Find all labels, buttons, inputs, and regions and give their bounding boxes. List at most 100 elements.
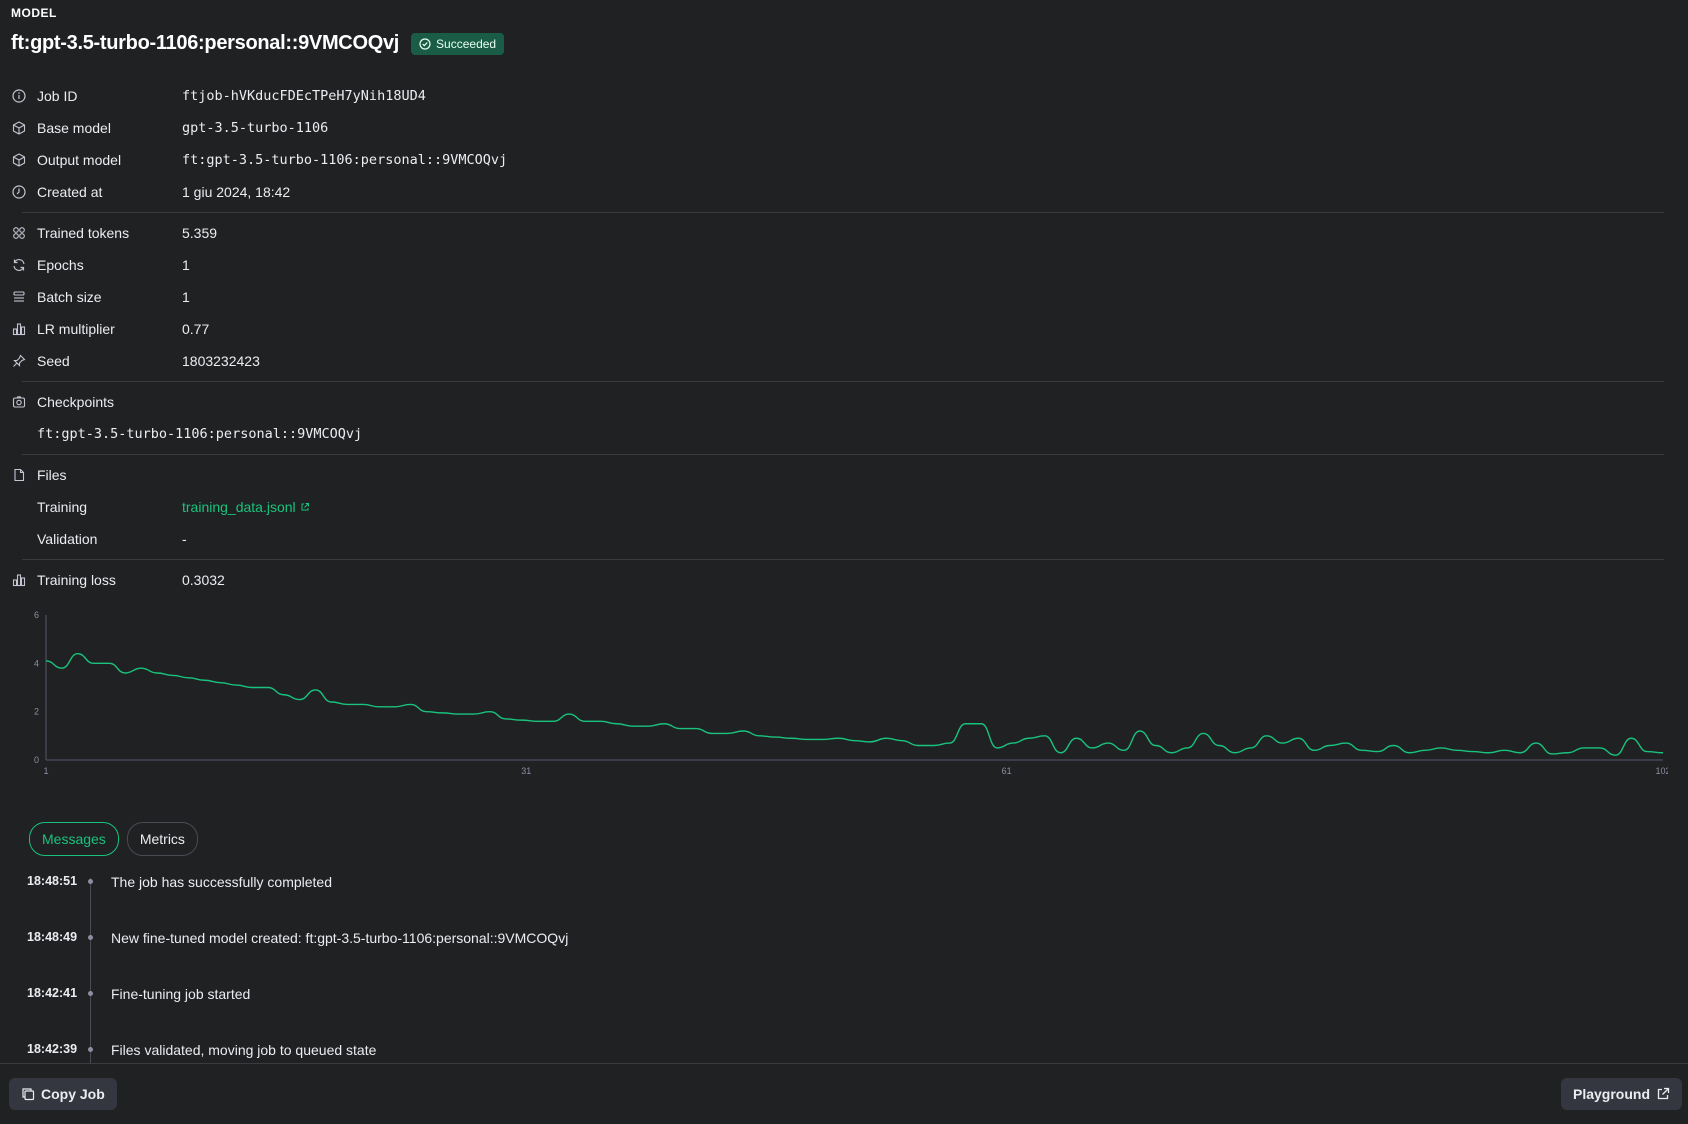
page-title: ft:gpt-3.5-turbo-1106:personal::9VMCOQvj <box>11 32 400 54</box>
event-time: 18:42:39 <box>27 1042 78 1056</box>
cube-icon <box>11 152 27 168</box>
timeline-dot <box>88 879 93 884</box>
x-tick-label: 102 <box>1655 766 1668 776</box>
job-id-row: Job ID ftjob-hVKducFDEcTPeH7yNih18UD4 <box>11 80 1664 112</box>
validation-file-value: - <box>182 531 187 547</box>
y-tick-label: 2 <box>34 707 39 717</box>
training-loss-label: Training loss <box>37 572 116 588</box>
external-link-icon <box>301 503 309 511</box>
epochs-value: 1 <box>182 257 190 273</box>
seed-label: Seed <box>37 353 70 369</box>
timeline-dot <box>88 935 93 940</box>
check-circle-icon <box>419 37 431 50</box>
loss-series-line <box>45 652 1664 756</box>
base-model-row: Base model gpt-3.5-turbo-1106 <box>11 112 1664 144</box>
seed-row: Seed 1803232423 <box>11 345 1664 377</box>
tab-messages[interactable]: Messages <box>29 822 119 856</box>
event-text: Files validated, moving job to queued st… <box>111 1042 377 1058</box>
status-badge: Succeeded <box>411 32 505 55</box>
playground-button[interactable]: Playground <box>1560 1078 1682 1110</box>
seed-value: 1803232423 <box>182 353 260 369</box>
footer-bar: Copy Job Playground <box>0 1063 1688 1124</box>
copy-icon <box>22 1088 35 1101</box>
event-text: Fine-tuning job started <box>111 986 251 1002</box>
base-model-value: gpt-3.5-turbo-1106 <box>182 120 329 136</box>
event-time: 18:48:51 <box>27 874 78 888</box>
timeline-dot <box>88 1047 93 1052</box>
output-model-row: Output model ft:gpt-3.5-turbo-1106:perso… <box>11 144 1664 176</box>
validation-file-label: Validation <box>37 531 98 547</box>
y-tick-label: 6 <box>34 610 39 620</box>
header: MODEL ft:gpt-3.5-turbo-1106:personal::9V… <box>11 6 505 55</box>
job-id-label: Job ID <box>37 88 78 104</box>
y-tick-label: 4 <box>34 658 39 668</box>
file-icon <box>11 467 27 483</box>
training-file-link[interactable]: training_data.jsonl <box>182 499 310 515</box>
checkpoints-label: Checkpoints <box>37 394 115 410</box>
checkpoint-value[interactable]: ft:gpt-3.5-turbo-1106:personal::9VMCOQvj <box>37 426 362 442</box>
base-model-label: Base model <box>37 120 111 136</box>
tokens-icon <box>11 225 27 241</box>
divider <box>22 381 1664 382</box>
trained-tokens-value: 5.359 <box>182 225 218 241</box>
timeline-dot <box>88 991 93 996</box>
stack-icon <box>11 289 27 305</box>
divider <box>22 559 1664 560</box>
event-time: 18:48:49 <box>27 930 78 944</box>
validation-file-row: Validation - <box>11 523 1664 555</box>
training-loss-value: 0.3032 <box>182 572 225 588</box>
tab-metrics[interactable]: Metrics <box>126 822 198 856</box>
output-model-label: Output model <box>37 152 122 168</box>
refresh-icon <box>11 257 27 273</box>
bar-chart-icon <box>11 572 27 588</box>
clock-icon <box>11 184 27 200</box>
pin-icon <box>11 353 27 369</box>
event-text: The job has successfully completed <box>111 874 332 890</box>
training-loss-row: Training loss 0.3032 <box>11 564 1664 596</box>
status-badge-label: Succeeded <box>436 36 497 51</box>
checkpoint-item: ft:gpt-3.5-turbo-1106:personal::9VMCOQvj <box>11 418 1664 450</box>
training-file-row: Training training_data.jsonl <box>11 491 1664 523</box>
job-id-value: ftjob-hVKducFDEcTPeH7yNih18UD4 <box>182 88 426 104</box>
trained-tokens-label: Trained tokens <box>37 225 130 241</box>
event-time: 18:42:41 <box>27 986 78 1000</box>
section-label: MODEL <box>11 6 57 20</box>
lr-multiplier-row: LR multiplier 0.77 <box>11 313 1664 345</box>
x-tick-label: 31 <box>521 766 531 776</box>
created-at-value: 1 giu 2024, 18:42 <box>182 184 291 200</box>
training-loss-chart[interactable]: 024613161102 <box>28 605 1668 785</box>
training-file-name[interactable]: training_data.jsonl <box>182 499 296 515</box>
list-item: 18:48:51 The job has successfully comple… <box>27 872 927 928</box>
batch-size-label: Batch size <box>37 289 102 305</box>
epochs-label: Epochs <box>37 257 84 273</box>
copy-job-button[interactable]: Copy Job <box>9 1078 117 1110</box>
created-at-row: Created at 1 giu 2024, 18:42 <box>11 176 1664 208</box>
batch-size-row: Batch size 1 <box>11 281 1664 313</box>
files-label: Files <box>37 467 67 483</box>
files-row: Files <box>11 459 1664 491</box>
copy-job-label[interactable]: Copy Job <box>41 1086 105 1102</box>
divider <box>22 212 1664 213</box>
bar-chart-icon <box>11 321 27 337</box>
event-text: New fine-tuned model created: ft:gpt-3.5… <box>111 930 569 946</box>
batch-size-value: 1 <box>182 289 190 305</box>
created-at-label: Created at <box>37 184 103 200</box>
playground-label[interactable]: Playground <box>1573 1086 1650 1102</box>
y-tick-label: 0 <box>34 755 39 765</box>
divider <box>22 454 1664 455</box>
info-icon <box>11 88 27 104</box>
cube-icon <box>11 120 27 136</box>
training-file-label: Training <box>37 499 88 515</box>
epochs-row: Epochs 1 <box>11 249 1664 281</box>
lr-multiplier-label: LR multiplier <box>37 321 115 337</box>
list-item: 18:42:41 Fine-tuning job started <box>27 984 927 1040</box>
trained-tokens-row: Trained tokens 5.359 <box>11 217 1664 249</box>
list-item: 18:48:49 New fine-tuned model created: f… <box>27 928 927 984</box>
camera-icon <box>11 394 27 410</box>
checkpoints-row: Checkpoints <box>11 386 1664 418</box>
lr-multiplier-value: 0.77 <box>182 321 210 337</box>
output-model-value: ft:gpt-3.5-turbo-1106:personal::9VMCOQvj <box>182 152 508 168</box>
x-tick-label: 1 <box>43 766 48 776</box>
job-properties: Job ID ftjob-hVKducFDEcTPeH7yNih18UD4 Ba… <box>11 80 1664 596</box>
x-tick-label: 61 <box>1002 766 1012 776</box>
